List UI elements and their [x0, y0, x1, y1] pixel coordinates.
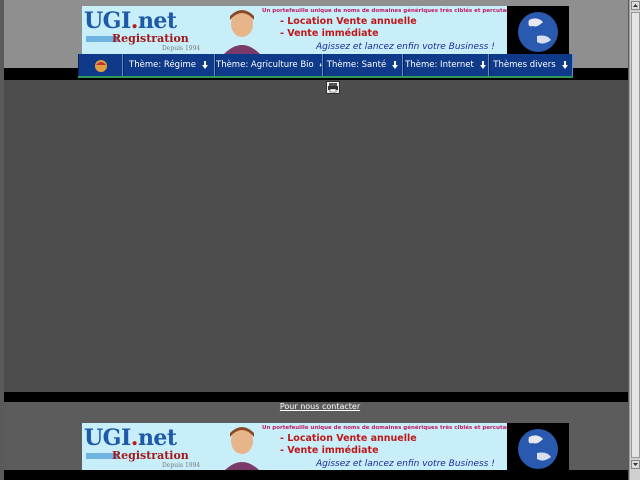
banner-tagline: Un portefeuille unique de noms de domain…	[262, 425, 521, 431]
arrow-down-icon	[479, 61, 486, 69]
main-nav: Thème: Régime Thème: Agriculture Bio Thè…	[78, 54, 573, 78]
nav-item-agriculture-bio[interactable]: Thème: Agriculture Bio	[215, 54, 323, 76]
banner-line2: - Vente immédiate	[280, 28, 379, 39]
scroll-up-button[interactable]	[631, 1, 640, 10]
printer-icon	[328, 83, 338, 93]
print-icon[interactable]	[326, 81, 340, 94]
banner-logo-since: Depuis 1994	[162, 45, 201, 52]
banner-top[interactable]: UGI.net Registration Depuis 1994 Un port…	[82, 6, 569, 54]
banner-line1: - Location Vente annuelle	[280, 433, 417, 444]
arrow-down-icon	[201, 61, 208, 69]
nav-item-label: Thème: Agriculture Bio	[216, 60, 314, 70]
nav-item-label: Thème: Internet	[405, 60, 474, 70]
nav-item-label: Thème: Régime	[129, 60, 196, 70]
person-photo-icon	[222, 6, 262, 54]
banner-logo: UGI.net	[84, 8, 177, 34]
nav-item-internet[interactable]: Thème: Internet	[403, 54, 489, 76]
nav-home-button[interactable]	[78, 54, 123, 76]
arrow-down-icon	[561, 61, 568, 69]
banner-logo-sub: Registration	[112, 32, 189, 45]
footer-bottom-bar	[4, 470, 628, 480]
contact-link[interactable]: Pour nous contacter	[0, 402, 640, 411]
earth-icon	[507, 6, 569, 54]
banner-tagline: Un portefeuille unique de noms de domain…	[262, 8, 521, 14]
nav-item-themes-divers[interactable]: Thèmes divers	[489, 54, 573, 76]
nav-item-label: Thèmes divers	[493, 60, 556, 70]
scrollbar-thumb[interactable]	[631, 12, 640, 458]
main-content	[4, 80, 628, 392]
vertical-scrollbar[interactable]	[629, 0, 640, 480]
nav-item-sante[interactable]: Thème: Santé	[323, 54, 403, 76]
banner-bottom[interactable]: UGI.net Registration Depuis 1994 Un port…	[82, 423, 569, 471]
banner-logo-sub: Registration	[112, 449, 189, 462]
content-divider	[4, 392, 628, 402]
earth-icon	[507, 423, 569, 471]
chevron-up-icon	[633, 4, 638, 7]
person-photo-icon	[222, 423, 262, 471]
banner-logo: UGI.net	[84, 425, 177, 451]
arrow-down-icon	[392, 61, 399, 69]
arrow-down-icon	[319, 63, 322, 67]
chevron-down-icon	[633, 463, 638, 466]
banner-slogan: Agissez et lancez enfin votre Business !	[316, 459, 495, 469]
banner-line1: - Location Vente annuelle	[280, 16, 417, 27]
scroll-down-button[interactable]	[631, 460, 640, 469]
home-icon	[94, 60, 107, 72]
nav-item-regime[interactable]: Thème: Régime	[123, 54, 215, 76]
banner-slogan: Agissez et lancez enfin votre Business !	[316, 42, 495, 52]
banner-line2: - Vente immédiate	[280, 445, 379, 456]
nav-item-label: Thème: Santé	[326, 60, 387, 70]
banner-logo-since: Depuis 1994	[162, 462, 201, 469]
